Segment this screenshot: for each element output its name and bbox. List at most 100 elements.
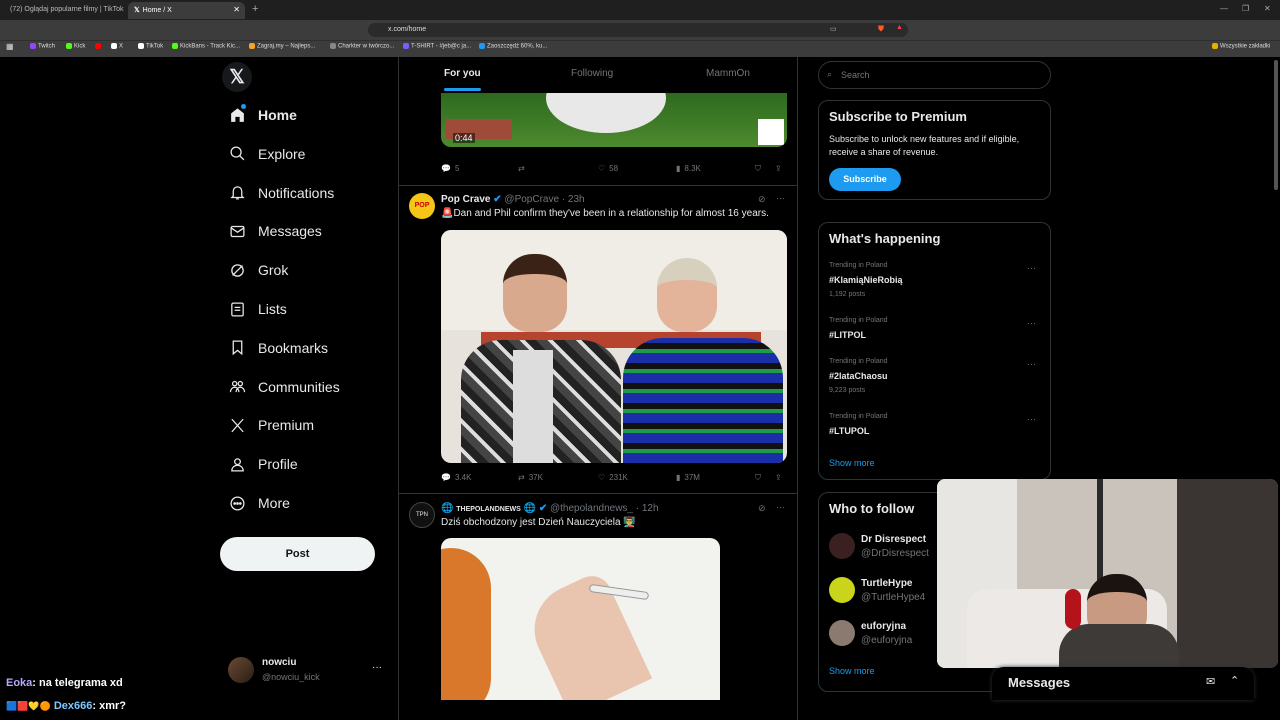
trend-more-icon[interactable]: ··· <box>1027 263 1036 273</box>
bookmark-item[interactable]: TikTok <box>138 43 163 50</box>
repost-button[interactable]: ⇄ <box>518 164 529 173</box>
avatar[interactable] <box>829 620 855 646</box>
tab-mammon[interactable]: MammOn <box>706 68 750 79</box>
bookmark-item[interactable]: Charkter w twórczo... <box>330 43 394 50</box>
messages-drawer[interactable]: Messages ✉ ⌃ <box>992 667 1254 700</box>
tweet-time[interactable]: · 12h <box>636 503 659 514</box>
show-more-link[interactable]: Show more <box>829 666 875 676</box>
author-name[interactable]: THEPOLANDNEWS <box>456 506 521 513</box>
reply-button[interactable]: 💬 5 <box>441 164 459 173</box>
nav-item-notifications[interactable]: Notifications <box>228 180 334 206</box>
follow-user-name[interactable]: Dr Disrespect <box>861 534 926 545</box>
nav-item-more[interactable]: More <box>228 490 290 516</box>
tab-following[interactable]: Following <box>571 68 613 79</box>
bookmark-item[interactable]: T-SHIRT - #jeb@c ja... <box>403 43 471 50</box>
bookmark-item[interactable]: KickBans - Track Kic... <box>172 43 240 50</box>
avatar[interactable] <box>228 657 254 683</box>
trend-item[interactable]: #KlamiąNieRobią <box>829 275 903 285</box>
grok-icon[interactable]: ⊘ <box>758 503 766 514</box>
trend-post-count: 9,223 posts <box>829 387 866 394</box>
cast-icon[interactable]: ▭ <box>830 25 837 33</box>
bookmark-item[interactable]: Zaoszczędź 60%, ku... <box>479 43 547 50</box>
avatar[interactable] <box>829 533 855 559</box>
browser-tab-x-home[interactable]: 𝕏 Home / X ✕ <box>128 2 245 19</box>
bookmark-item[interactable]: X <box>111 43 123 50</box>
views-button[interactable]: ▮ 37M <box>676 473 700 482</box>
nav-item-grok[interactable]: Grok <box>228 257 288 283</box>
show-more-link[interactable]: Show more <box>829 458 875 468</box>
apps-icon[interactable]: ▦ <box>6 42 14 51</box>
subscribe-button[interactable]: Subscribe <box>829 168 901 191</box>
tweet-video[interactable]: 0:44 <box>441 93 787 147</box>
new-tab-icon[interactable]: + <box>252 3 258 15</box>
address-bar[interactable]: x.com/home <box>368 23 908 37</box>
tweet-more-icon[interactable]: ··· <box>776 193 785 203</box>
rewards-icon[interactable]: ▲ <box>896 24 903 31</box>
divider <box>399 493 797 494</box>
close-tab-icon[interactable]: ✕ <box>233 5 240 14</box>
follow-user-name[interactable]: euforyjna <box>861 621 906 632</box>
nav-item-lists[interactable]: Lists <box>228 296 287 322</box>
follow-user-name[interactable]: TurtleHype <box>861 578 913 589</box>
nav-item-premium[interactable]: Premium <box>228 412 314 438</box>
trend-item[interactable]: #LTUPOL <box>829 426 869 436</box>
tweet-image[interactable] <box>441 538 720 700</box>
bookmark-icon[interactable]: ⛉ <box>755 164 761 174</box>
repost-button[interactable]: ⇄ 37K <box>518 473 543 482</box>
close-window-icon[interactable]: ✕ <box>1264 4 1271 13</box>
scrollbar-thumb[interactable] <box>1274 60 1278 190</box>
bookmark-favicon-icon <box>66 43 72 49</box>
bookmark-item[interactable]: Twitch <box>30 43 55 50</box>
nav-item-label: Lists <box>258 301 287 317</box>
like-button[interactable]: ♡ 58 <box>598 164 618 173</box>
trend-more-icon[interactable]: ··· <box>1027 318 1036 328</box>
avatar[interactable]: POP <box>409 193 435 219</box>
nav-item-label: Premium <box>258 417 315 434</box>
tweet-image[interactable] <box>441 230 787 463</box>
nav-item-profile[interactable]: Profile <box>228 451 298 477</box>
tab-for-you[interactable]: For you <box>444 68 481 79</box>
brave-shield-icon[interactable]: ⛊ <box>878 24 884 34</box>
follow-user-handle[interactable]: @DrDisrespect <box>861 548 929 559</box>
whats-happening-card <box>818 222 1051 480</box>
all-bookmarks-folder[interactable]: Wszystkie zakładki <box>1212 43 1270 50</box>
bookmark-item[interactable]: Kick <box>66 43 85 50</box>
grok-icon[interactable]: ⊘ <box>758 194 766 205</box>
post-button[interactable]: Post <box>220 537 375 571</box>
author-handle[interactable]: @thepolandnews_ <box>550 503 633 514</box>
bookmark-item[interactable] <box>95 43 103 50</box>
follow-user-handle[interactable]: @euforyjna <box>861 635 912 646</box>
reply-button[interactable]: 💬 3.4K <box>441 473 471 482</box>
x-logo-icon[interactable]: 𝕏 <box>222 62 252 92</box>
share-icon[interactable]: ⇪ <box>775 473 782 482</box>
restore-icon[interactable]: ❐ <box>1242 4 1249 13</box>
trend-item[interactable]: #2lataChaosu <box>829 371 888 381</box>
trend-more-icon[interactable]: ··· <box>1027 414 1036 424</box>
account-more-icon[interactable]: ··· <box>372 662 382 673</box>
nav-item-explore[interactable]: Explore <box>228 141 305 167</box>
nav-item-messages[interactable]: Messages <box>228 218 322 244</box>
new-message-icon[interactable]: ✉ <box>1206 675 1215 688</box>
browser-tab-tiktok[interactable]: (72) Oglądaj popularne filmy | TikTok <box>4 2 126 19</box>
trend-more-icon[interactable]: ··· <box>1027 359 1036 369</box>
expand-icon[interactable]: ⌃ <box>1230 674 1239 687</box>
bookmark-item[interactable]: Zagraj.my – Najleps... <box>249 43 315 50</box>
avatar[interactable] <box>829 577 855 603</box>
nav-item-home[interactable]: Home <box>228 102 297 128</box>
tweet-more-icon[interactable]: ··· <box>776 502 785 512</box>
minimize-icon[interactable]: — <box>1220 4 1228 13</box>
nav-item-bookmarks[interactable]: Bookmarks <box>228 335 328 361</box>
like-button[interactable]: ♡ 231K <box>598 473 628 482</box>
search-input[interactable]: ⌕ Search <box>818 61 1051 89</box>
tweet-text: 🚨Dan and Phil confirm they've been in a … <box>441 208 769 219</box>
tweet-time[interactable]: · 23h <box>562 194 585 205</box>
author-name[interactable]: Pop Crave <box>441 194 490 205</box>
bookmark-icon[interactable]: ⛉ <box>755 473 761 483</box>
author-handle[interactable]: @PopCrave <box>504 194 559 205</box>
views-button[interactable]: ▮ 8.3K <box>676 164 701 173</box>
avatar[interactable]: TPN <box>409 502 435 528</box>
share-icon[interactable]: ⇪ <box>775 164 782 173</box>
follow-user-handle[interactable]: @TurtleHype4 <box>861 592 925 603</box>
trend-item[interactable]: #LITPOL <box>829 330 866 340</box>
nav-item-communities[interactable]: Communities <box>228 374 340 400</box>
